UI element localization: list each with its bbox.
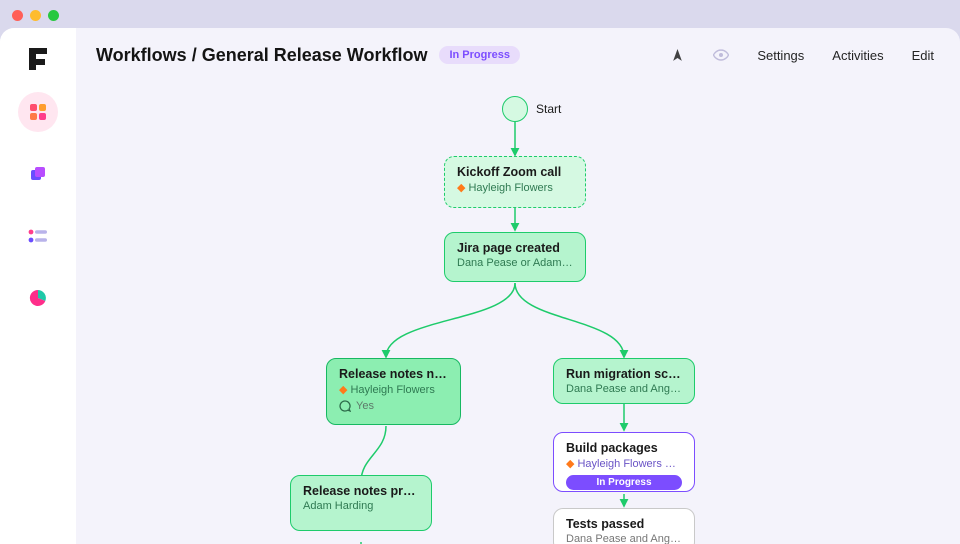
node-assignee: Dana Pease or Adam Harding xyxy=(457,257,573,269)
piechart-icon xyxy=(29,289,47,307)
start-label: Start xyxy=(536,102,561,116)
sidebar-item-apps[interactable] xyxy=(18,92,58,132)
node-assignee: ◆Hayleigh Flowers xyxy=(457,181,573,194)
node-migration[interactable]: Run migration scripts Dana Pease and Ang… xyxy=(553,358,695,404)
breadcrumb[interactable]: Workflows / General Release Workflow xyxy=(96,45,427,66)
node-tests[interactable]: Tests passed Dana Pease and Angelina Kel… xyxy=(553,508,695,544)
sidebar-item-chart[interactable] xyxy=(18,278,58,318)
node-notes-prepped[interactable]: Release notes prepped Adam Harding xyxy=(290,475,432,531)
breadcrumb-leaf[interactable]: General Release Workflow xyxy=(202,45,428,65)
node-assignee: ◆Hayleigh Flowers xyxy=(339,383,448,396)
node-title: Build packages xyxy=(566,441,682,455)
node-release-notes-q[interactable]: Release notes needed? ◆Hayleigh Flowers … xyxy=(326,358,461,425)
activities-link[interactable]: Activities xyxy=(832,48,883,63)
grid-icon xyxy=(29,103,47,121)
workflow-canvas[interactable]: Start Kickoff Zoom call ◆Hayleigh Flower… xyxy=(76,82,960,544)
sidebar xyxy=(0,28,76,544)
node-assignee: Dana Pease and Angelina Ke… xyxy=(566,383,682,395)
app-window: Workflows / General Release Workflow In … xyxy=(0,28,960,544)
node-jira[interactable]: Jira page created Dana Pease or Adam Har… xyxy=(444,232,586,282)
node-assignee: Dana Pease and Angelina Kel… xyxy=(566,533,682,544)
layers-icon xyxy=(29,165,47,183)
node-title: Run migration scripts xyxy=(566,367,682,381)
browser-frame: Workflows / General Release Workflow In … xyxy=(0,0,960,544)
start-node[interactable] xyxy=(502,96,528,122)
node-assignee: Adam Harding xyxy=(303,500,419,512)
node-title: Release notes prepped xyxy=(303,484,419,498)
node-yes-branch: Yes xyxy=(339,400,448,412)
edit-link[interactable]: Edit xyxy=(912,48,934,63)
traffic-lights xyxy=(12,10,59,21)
node-kickoff[interactable]: Kickoff Zoom call ◆Hayleigh Flowers xyxy=(444,156,586,208)
workflow-edges xyxy=(76,82,960,544)
settings-link[interactable]: Settings xyxy=(757,48,804,63)
node-title: Kickoff Zoom call xyxy=(457,165,573,179)
sidebar-item-list[interactable] xyxy=(18,216,58,256)
node-title: Release notes needed? xyxy=(339,367,448,381)
breadcrumb-root[interactable]: Workflows xyxy=(96,45,187,65)
location-arrow-icon[interactable] xyxy=(669,47,685,63)
node-title: Jira page created xyxy=(457,241,573,255)
node-progress-badge: In Progress xyxy=(566,475,682,490)
maximize-icon[interactable] xyxy=(48,10,59,21)
header-actions: Settings Activities Edit xyxy=(669,47,934,63)
node-build[interactable]: Build packages ◆Hayleigh Flowers and Ang… xyxy=(553,432,695,492)
comment-icon xyxy=(339,400,351,412)
minimize-icon[interactable] xyxy=(30,10,41,21)
sidebar-item-layers[interactable] xyxy=(18,154,58,194)
eye-icon[interactable] xyxy=(713,47,729,63)
node-title: Tests passed xyxy=(566,517,682,531)
close-icon[interactable] xyxy=(12,10,23,21)
app-logo[interactable] xyxy=(27,46,49,70)
header: Workflows / General Release Workflow In … xyxy=(76,28,960,82)
list-icon xyxy=(28,229,48,243)
node-assignee: ◆Hayleigh Flowers and Angel… xyxy=(566,457,682,470)
status-badge: In Progress xyxy=(439,46,520,64)
